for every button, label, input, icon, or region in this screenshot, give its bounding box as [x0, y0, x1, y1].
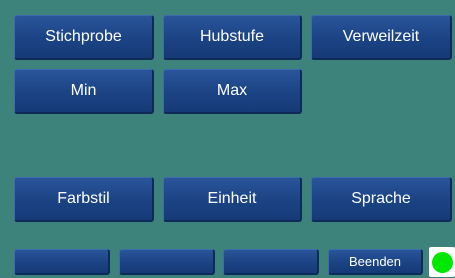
footer-button-2[interactable] — [119, 249, 215, 275]
hubstufe-button[interactable]: Hubstufe — [163, 15, 302, 60]
max-button[interactable]: Max — [163, 69, 302, 114]
sprache-button[interactable]: Sprache — [311, 177, 452, 222]
min-button[interactable]: Min — [14, 69, 154, 114]
beenden-button[interactable]: Beenden — [328, 249, 423, 275]
status-led-icon — [432, 252, 453, 273]
footer-button-3[interactable] — [223, 249, 319, 275]
footer-button-1[interactable] — [14, 249, 110, 275]
verweilzeit-button[interactable]: Verweilzeit — [311, 15, 452, 60]
farbstil-button[interactable]: Farbstil — [14, 177, 154, 222]
einheit-button[interactable]: Einheit — [163, 177, 302, 222]
stichprobe-button[interactable]: Stichprobe — [14, 15, 154, 60]
status-indicator — [429, 247, 455, 277]
